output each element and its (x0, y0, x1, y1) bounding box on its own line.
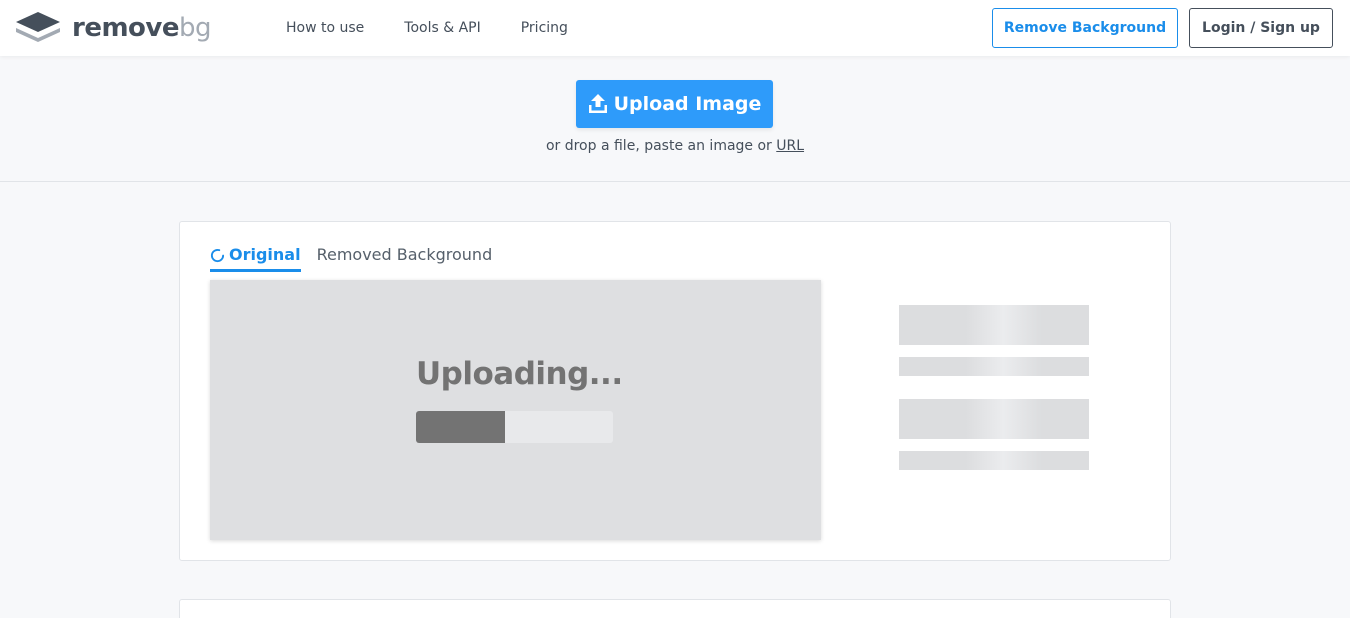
tab-original-label: Original (229, 245, 301, 264)
tab-removed-background-label: Removed Background (316, 245, 493, 264)
logo-word-bg: bg (179, 13, 212, 43)
skeleton-block (899, 399, 1089, 439)
secondary-card (179, 599, 1171, 618)
remove-background-button[interactable]: Remove Background (992, 8, 1178, 48)
result-tabs: Original Removed Background (210, 244, 508, 272)
result-card: Original Removed Background Uploading... (179, 221, 1171, 561)
upload-progress-fill (416, 411, 505, 443)
tab-removed-background[interactable]: Removed Background (317, 244, 493, 269)
skeleton-block (899, 305, 1089, 345)
upload-progress-bar (416, 411, 613, 443)
nav-pricing[interactable]: Pricing (521, 20, 568, 36)
logo-link[interactable]: removebg (16, 12, 212, 44)
login-signup-button[interactable]: Login / Sign up (1189, 8, 1333, 48)
upload-image-label: Upload Image (613, 93, 762, 115)
logo-wordmark: removebg (72, 12, 212, 44)
image-preview: Uploading... (210, 280, 821, 540)
upload-hint-text: or drop a file, paste an image or (545, 138, 772, 154)
nav-how-to-use[interactable]: How to use (286, 20, 364, 36)
upload-icon (588, 94, 607, 113)
logo-layers-icon (16, 12, 60, 42)
nav-tools-api[interactable]: Tools & API (404, 20, 480, 36)
spinner-icon (210, 248, 225, 262)
upload-hint: or drop a file, paste an image or URL (0, 138, 1350, 154)
upload-zone[interactable]: Upload Image or drop a file, paste an im… (0, 56, 1350, 182)
url-link[interactable]: URL (776, 138, 804, 154)
tab-original[interactable]: Original (210, 244, 301, 272)
logo-word-remove: remove (72, 13, 180, 43)
upload-image-button[interactable]: Upload Image (576, 80, 773, 128)
uploading-status: Uploading... (416, 356, 623, 392)
skeleton-line (899, 451, 1089, 470)
main-nav: How to use Tools & API Pricing (286, 0, 568, 56)
top-header: removebg How to use Tools & API Pricing … (0, 0, 1350, 56)
skeleton-line (899, 357, 1089, 376)
